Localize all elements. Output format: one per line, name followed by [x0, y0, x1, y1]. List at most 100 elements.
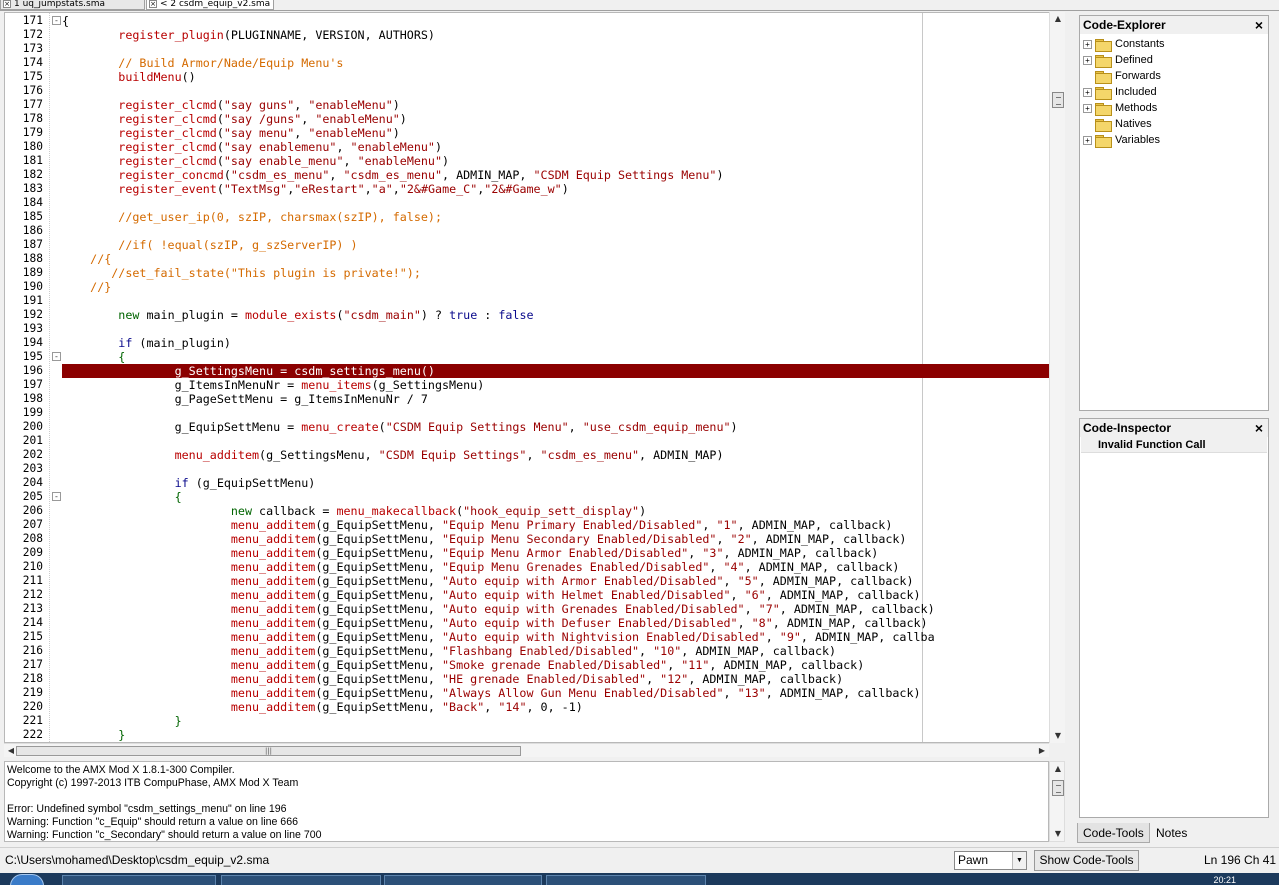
- close-icon[interactable]: ×: [149, 0, 157, 8]
- code-line[interactable]: menu_additem(g_EquipSettMenu, "Smoke gre…: [62, 658, 1049, 672]
- tab-code-tools[interactable]: Code-Tools: [1077, 823, 1150, 843]
- tree-item-methods[interactable]: + Methods: [1083, 100, 1157, 116]
- code-line[interactable]: register_clcmd("say guns", "enableMenu"): [62, 98, 1049, 112]
- scrollbar-thumb[interactable]: [1052, 92, 1064, 108]
- output-vertical-scrollbar[interactable]: ▲ ▼: [1049, 761, 1065, 842]
- close-icon[interactable]: ×: [1255, 16, 1263, 34]
- code-line[interactable]: [62, 322, 1049, 336]
- code-line[interactable]: menu_additem(g_EquipSettMenu, "Auto equi…: [62, 574, 1049, 588]
- code-line[interactable]: menu_additem(g_EquipSettMenu, "Equip Men…: [62, 560, 1049, 574]
- line-number: 220: [22, 700, 43, 713]
- error-highlighted-line[interactable]: g_SettingsMenu = csdm_settings_menu(): [62, 364, 1049, 378]
- editor-vertical-scrollbar[interactable]: ▲ ▼: [1049, 12, 1065, 743]
- code-line[interactable]: register_concmd("csdm_es_menu", "csdm_es…: [62, 168, 1049, 182]
- code-line[interactable]: //{: [62, 252, 1049, 266]
- tab-uq-jumpstats[interactable]: × 1 uq_jumpstats.sma: [0, 0, 145, 10]
- expand-icon[interactable]: +: [1083, 87, 1092, 97]
- scrollbar-thumb[interactable]: [1052, 780, 1064, 796]
- taskbar-item[interactable]: [62, 875, 216, 885]
- tree-item-included[interactable]: + Included: [1083, 84, 1157, 100]
- code-line[interactable]: menu_additem(g_SettingsMenu, "CSDM Equip…: [62, 448, 1049, 462]
- tree-item-natives[interactable]: Natives: [1083, 116, 1152, 132]
- expand-icon[interactable]: +: [1083, 103, 1092, 113]
- scroll-down-icon[interactable]: ▼: [1051, 827, 1065, 841]
- code-line[interactable]: menu_additem(g_EquipSettMenu, "Always Al…: [62, 686, 1049, 700]
- code-line[interactable]: }: [62, 714, 1049, 728]
- code-line[interactable]: //get_user_ip(0, szIP, charsmax(szIP), f…: [62, 210, 1049, 224]
- scroll-up-icon[interactable]: ▲: [1051, 762, 1065, 776]
- code-line[interactable]: [62, 42, 1049, 56]
- code-line[interactable]: if (main_plugin): [62, 336, 1049, 350]
- code-line[interactable]: register_clcmd("say /guns", "enableMenu"…: [62, 112, 1049, 126]
- code-line[interactable]: //if( !equal(szIP, g_szServerIP) ): [62, 238, 1049, 252]
- code-line[interactable]: //}: [62, 280, 1049, 294]
- code-line[interactable]: g_ItemsInMenuNr = menu_items(g_SettingsM…: [62, 378, 1049, 392]
- start-button[interactable]: [10, 874, 44, 885]
- code-line[interactable]: if (g_EquipSettMenu): [62, 476, 1049, 490]
- code-line[interactable]: //set_fail_state("This plugin is private…: [62, 266, 1049, 280]
- tree-item-variables[interactable]: + Variables: [1083, 132, 1160, 148]
- taskbar-item[interactable]: [546, 875, 706, 885]
- expand-icon[interactable]: +: [1083, 55, 1092, 65]
- code-line[interactable]: [62, 84, 1049, 98]
- taskbar-item[interactable]: [384, 875, 542, 885]
- code-line[interactable]: [62, 462, 1049, 476]
- tree-item-defined[interactable]: + Defined: [1083, 52, 1153, 68]
- code-line[interactable]: menu_additem(g_EquipSettMenu, "Auto equi…: [62, 616, 1049, 630]
- code-line[interactable]: menu_additem(g_EquipSettMenu, "Equip Men…: [62, 546, 1049, 560]
- code-line[interactable]: menu_additem(g_EquipSettMenu, "Back", "1…: [62, 700, 1049, 714]
- code-line[interactable]: menu_additem(g_EquipSettMenu, "Flashbang…: [62, 644, 1049, 658]
- code-token: "12": [660, 672, 689, 686]
- code-line[interactable]: new callback = menu_makecallback("hook_e…: [62, 504, 1049, 518]
- code-line[interactable]: register_clcmd("say enable_menu", "enabl…: [62, 154, 1049, 168]
- code-line[interactable]: buildMenu(): [62, 70, 1049, 84]
- code-line[interactable]: g_EquipSettMenu = menu_create("CSDM Equi…: [62, 420, 1049, 434]
- scroll-right-icon[interactable]: ▶: [1035, 744, 1049, 758]
- fold-toggle-icon[interactable]: -: [52, 352, 61, 361]
- fold-margin[interactable]: - - -: [49, 13, 61, 742]
- close-icon[interactable]: ×: [1255, 419, 1263, 437]
- code-line[interactable]: menu_additem(g_EquipSettMenu, "HE grenad…: [62, 672, 1049, 686]
- code-line[interactable]: register_clcmd("say enablemenu", "enable…: [62, 140, 1049, 154]
- code-line[interactable]: g_PageSettMenu = g_ItemsInMenuNr / 7: [62, 392, 1049, 406]
- code-area[interactable]: { register_plugin(PLUGINNAME, VERSION, A…: [62, 13, 1049, 742]
- code-line[interactable]: [62, 294, 1049, 308]
- language-select[interactable]: Pawn ▼: [954, 851, 1027, 870]
- code-line[interactable]: menu_additem(g_EquipSettMenu, "Auto equi…: [62, 630, 1049, 644]
- close-icon[interactable]: ×: [3, 0, 11, 8]
- code-line[interactable]: menu_additem(g_EquipSettMenu, "Auto equi…: [62, 602, 1049, 616]
- scrollbar-thumb[interactable]: |||: [16, 746, 521, 756]
- code-line[interactable]: menu_additem(g_EquipSettMenu, "Auto equi…: [62, 588, 1049, 602]
- editor-horizontal-scrollbar[interactable]: ◀ ||| ▶: [4, 743, 1049, 757]
- code-line[interactable]: {: [62, 350, 1049, 364]
- chevron-down-icon[interactable]: ▼: [1012, 852, 1026, 869]
- code-line[interactable]: menu_additem(g_EquipSettMenu, "Equip Men…: [62, 518, 1049, 532]
- code-line[interactable]: menu_additem(g_EquipSettMenu, "Equip Men…: [62, 532, 1049, 546]
- code-line[interactable]: new main_plugin = module_exists("csdm_ma…: [62, 308, 1049, 322]
- taskbar-item[interactable]: [221, 875, 381, 885]
- expand-icon[interactable]: +: [1083, 135, 1092, 145]
- code-line[interactable]: {: [62, 490, 1049, 504]
- tab-csdm-equip[interactable]: × < 2 csdm_equip_v2.sma: [146, 0, 274, 10]
- compiler-output[interactable]: Welcome to the AMX Mod X 1.8.1-300 Compi…: [4, 761, 1049, 842]
- scroll-down-icon[interactable]: ▼: [1051, 729, 1065, 743]
- code-editor[interactable]: 171 172 173 174 175 176 177 178 179 180 181 182 183 1…: [4, 12, 1065, 743]
- expand-icon[interactable]: +: [1083, 39, 1092, 49]
- fold-toggle-icon[interactable]: -: [52, 16, 61, 25]
- code-line[interactable]: register_event("TextMsg","eRestart","a",…: [62, 182, 1049, 196]
- show-code-tools-button[interactable]: Show Code-Tools: [1034, 850, 1139, 871]
- tree-item-forwards[interactable]: Forwards: [1083, 68, 1161, 84]
- code-line[interactable]: [62, 196, 1049, 210]
- code-line[interactable]: [62, 406, 1049, 420]
- scroll-up-icon[interactable]: ▲: [1051, 12, 1065, 26]
- code-line[interactable]: // Build Armor/Nade/Equip Menu's: [62, 56, 1049, 70]
- code-line[interactable]: [62, 224, 1049, 238]
- code-line[interactable]: register_clcmd("say menu", "enableMenu"): [62, 126, 1049, 140]
- tree-item-constants[interactable]: + Constants: [1083, 36, 1165, 52]
- code-line[interactable]: [62, 434, 1049, 448]
- code-line[interactable]: register_plugin(PLUGINNAME, VERSION, AUT…: [62, 28, 1049, 42]
- code-line[interactable]: }: [62, 728, 1049, 742]
- tab-notes[interactable]: Notes: [1151, 823, 1192, 843]
- code-line[interactable]: {: [62, 14, 1049, 28]
- fold-toggle-icon[interactable]: -: [52, 492, 61, 501]
